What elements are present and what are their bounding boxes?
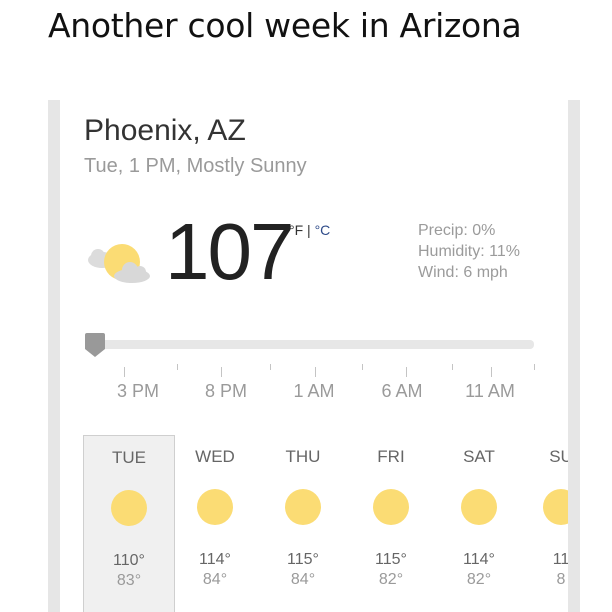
partly-sunny-icon bbox=[88, 244, 150, 283]
day-name: SU bbox=[549, 447, 568, 466]
sun-icon bbox=[111, 490, 147, 526]
high-temp: 11 bbox=[552, 551, 568, 568]
day-name: TUE bbox=[112, 448, 146, 467]
high-temp: 115° bbox=[287, 551, 319, 568]
forecast-day-wed[interactable]: WED 114° 84° bbox=[170, 435, 260, 612]
tick-major bbox=[315, 367, 316, 377]
humidity-text: Humidity: 11% bbox=[418, 243, 520, 260]
time-slider-track[interactable] bbox=[88, 340, 534, 349]
current-temperature: 107 bbox=[165, 207, 294, 296]
time-slider-thumb[interactable] bbox=[84, 332, 106, 358]
forecast-day-sat[interactable]: SAT 114° 82° bbox=[434, 435, 524, 612]
low-temp: 84° bbox=[202, 571, 228, 588]
forecast-day-tue[interactable]: TUE 110° 83° bbox=[83, 435, 175, 612]
tick-minor bbox=[177, 364, 178, 370]
hour-label: 3 PM bbox=[116, 381, 160, 401]
card-left-edge bbox=[48, 100, 60, 612]
sun-icon bbox=[461, 489, 497, 525]
unit-toggle: °F | °C bbox=[289, 222, 330, 238]
tick-major bbox=[491, 367, 492, 377]
precip-text: Precip: 0% bbox=[418, 222, 496, 239]
fahrenheit-toggle[interactable]: °F bbox=[289, 222, 303, 238]
forecast-day-fri[interactable]: FRI 115° 82° bbox=[346, 435, 436, 612]
tick-minor bbox=[452, 364, 453, 370]
tick-minor bbox=[362, 364, 363, 370]
forecast-day-sun[interactable]: SU 11 8 bbox=[516, 435, 568, 612]
day-name: FRI bbox=[377, 447, 405, 466]
day-name: THU bbox=[285, 447, 321, 466]
weather-card: Phoenix, AZ Tue, 1 PM, Mostly Sunny 107 … bbox=[60, 100, 568, 612]
tick-minor bbox=[534, 364, 535, 370]
sun-icon bbox=[543, 489, 568, 525]
current-conditions-subtitle: Tue, 1 PM, Mostly Sunny bbox=[84, 155, 307, 177]
hour-label: 1 AM bbox=[293, 381, 335, 401]
sun-icon bbox=[285, 489, 321, 525]
city-name: Phoenix, AZ bbox=[84, 114, 246, 147]
day-name: SAT bbox=[463, 447, 495, 466]
sun-icon bbox=[373, 489, 409, 525]
high-temp: 110° bbox=[113, 552, 145, 569]
tick-major bbox=[124, 367, 125, 377]
weather-details: Precip: 0% Humidity: 11% Wind: 6 mph bbox=[418, 220, 520, 283]
wind-text: Wind: 6 mph bbox=[418, 264, 508, 281]
tick-major bbox=[406, 367, 407, 377]
tick-minor bbox=[270, 364, 271, 370]
sun-icon bbox=[197, 489, 233, 525]
low-temp: 84° bbox=[290, 571, 316, 588]
high-temp: 114° bbox=[199, 551, 231, 568]
unit-separator: | bbox=[303, 222, 315, 238]
hour-label: 8 PM bbox=[204, 381, 248, 401]
hour-label: 11 AM bbox=[465, 381, 515, 401]
forecast-day-thu[interactable]: THU 115° 84° bbox=[258, 435, 348, 612]
card-right-edge bbox=[568, 100, 580, 612]
day-name: WED bbox=[195, 447, 235, 466]
low-temp: 82° bbox=[378, 571, 404, 588]
high-temp: 115° bbox=[375, 551, 407, 568]
low-temp: 83° bbox=[116, 572, 142, 589]
low-temp: 8 bbox=[556, 571, 566, 588]
hour-label: 6 AM bbox=[381, 381, 423, 401]
high-temp: 114° bbox=[463, 551, 495, 568]
celsius-toggle[interactable]: °C bbox=[315, 222, 331, 238]
low-temp: 82° bbox=[466, 571, 492, 588]
caption-title: Another cool week in Arizona bbox=[48, 6, 522, 45]
tick-major bbox=[221, 367, 222, 377]
